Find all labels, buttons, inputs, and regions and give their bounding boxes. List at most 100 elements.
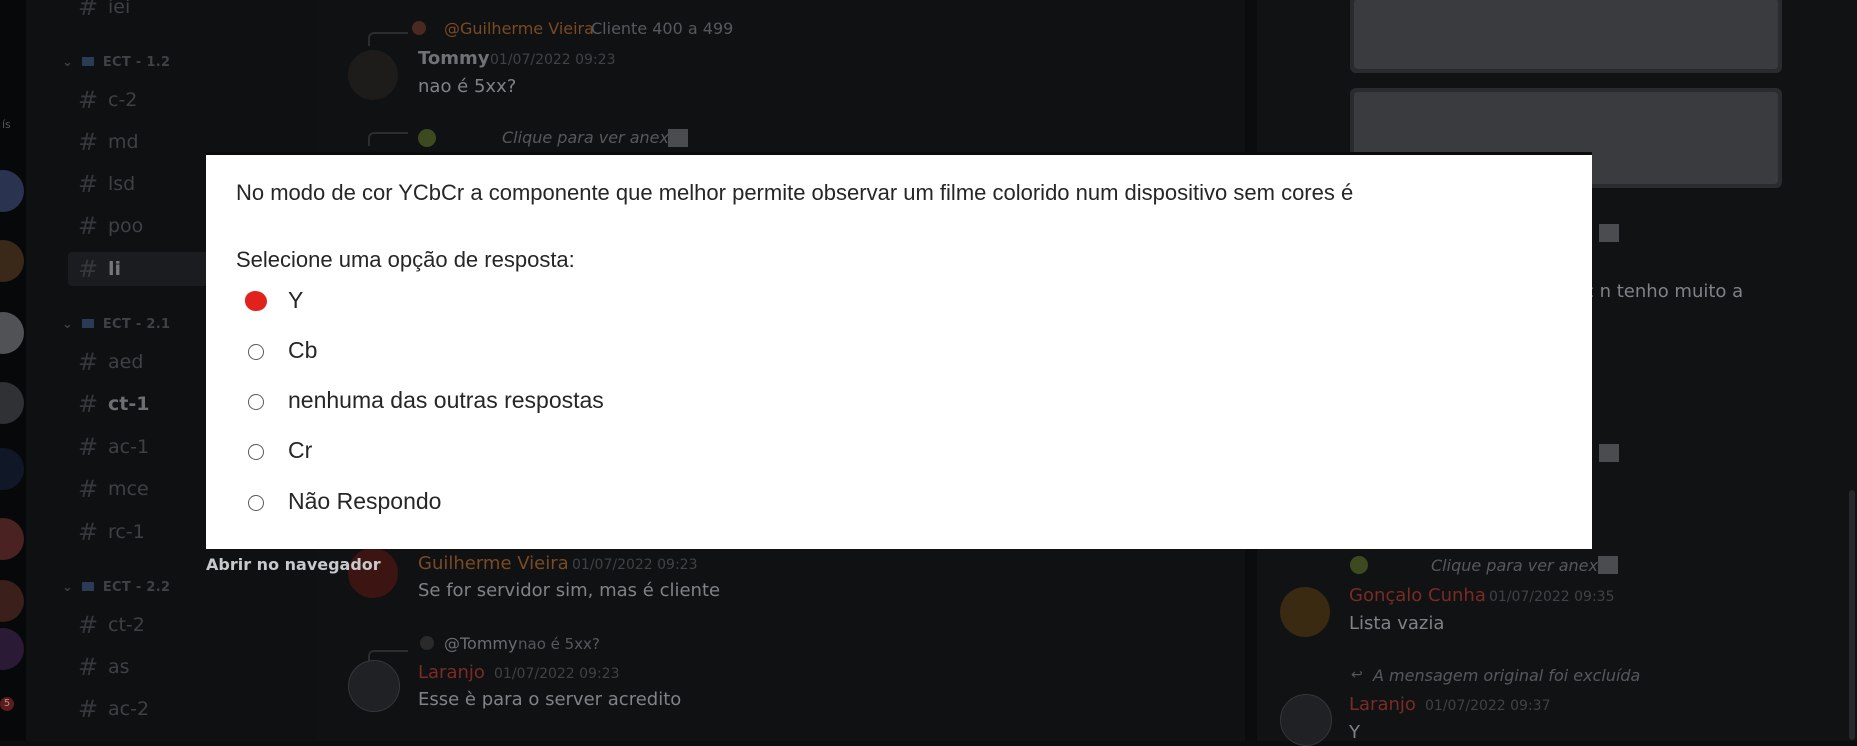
hash-icon: # bbox=[78, 86, 99, 114]
channel-label: ac-1 bbox=[108, 436, 150, 458]
hash-icon: # bbox=[78, 518, 99, 546]
image-icon bbox=[1599, 444, 1619, 462]
hash-icon: # bbox=[78, 433, 99, 461]
category-label: ECT - 1.2 bbox=[102, 55, 171, 70]
option-label: Não Respondo bbox=[288, 488, 442, 514]
chevron-down-icon: ⌄ bbox=[62, 317, 74, 332]
image-attachment[interactable] bbox=[1350, 0, 1782, 73]
chevron-down-icon: ⌄ bbox=[62, 55, 74, 70]
server-icon[interactable] bbox=[0, 628, 24, 670]
reply-username[interactable]: @Guilherme Vieira bbox=[444, 19, 594, 38]
image-icon bbox=[668, 129, 688, 147]
hash-icon: # bbox=[78, 255, 99, 283]
image-preview bbox=[1354, 0, 1778, 69]
message-text: Se for servidor sim, mas é cliente bbox=[418, 580, 721, 601]
message-text: nao é 5xx? bbox=[418, 76, 517, 97]
server-rail: ís 5 bbox=[0, 0, 26, 741]
attachment-link[interactable]: Clique para ver anexo bbox=[502, 128, 679, 147]
hash-icon: # bbox=[78, 695, 99, 723]
avatar[interactable] bbox=[348, 660, 400, 712]
message-text: Esse è para o server acredito bbox=[418, 689, 682, 710]
image-icon bbox=[1598, 556, 1618, 574]
reply-arrow-icon: ↩ bbox=[1351, 667, 1363, 683]
server-icon[interactable] bbox=[0, 170, 24, 212]
hash-icon: # bbox=[78, 170, 99, 198]
hash-icon: # bbox=[78, 611, 99, 639]
server-icon[interactable] bbox=[0, 448, 24, 490]
hash-icon: # bbox=[78, 390, 99, 418]
channel-label: iei bbox=[108, 0, 131, 18]
message-timestamp: 01/07/2022 09:23 bbox=[490, 52, 616, 68]
hash-icon: # bbox=[78, 0, 99, 21]
category-label: ECT - 2.1 bbox=[102, 317, 171, 332]
message-username[interactable]: Tommy bbox=[418, 48, 490, 69]
answer-prompt: Selecione uma opção de resposta: bbox=[236, 247, 575, 272]
channel-label: as bbox=[108, 656, 130, 678]
channel-label: md bbox=[108, 131, 139, 153]
image-icon bbox=[1599, 224, 1619, 242]
avatar[interactable] bbox=[1280, 694, 1332, 746]
reply-username[interactable]: @Tommy bbox=[444, 634, 517, 653]
reply-connector bbox=[368, 132, 408, 146]
message-username[interactable]: Guilherme Vieira bbox=[418, 553, 569, 574]
attachment-link[interactable]: Clique para ver anexo bbox=[1431, 556, 1608, 575]
server-icon[interactable] bbox=[0, 382, 24, 424]
channel-label: ac-2 bbox=[108, 698, 150, 720]
channel-item[interactable]: # c-2 bbox=[68, 83, 308, 117]
channel-label: lsd bbox=[108, 173, 136, 195]
category-label: ECT - 2.2 bbox=[102, 580, 171, 595]
server-icon[interactable] bbox=[0, 312, 24, 354]
option-label: Cb bbox=[288, 337, 318, 363]
server-icon[interactable] bbox=[0, 580, 24, 622]
channel-label: li bbox=[108, 258, 122, 280]
message-username[interactable]: Laranjo bbox=[418, 662, 485, 683]
hash-icon: # bbox=[78, 653, 99, 681]
channel-label: mce bbox=[108, 478, 149, 500]
mention-badge: 5 bbox=[0, 697, 14, 711]
radio-icon[interactable] bbox=[248, 394, 264, 410]
channel-item[interactable]: # ct-2 bbox=[68, 608, 308, 642]
reply-connector bbox=[368, 32, 408, 46]
avatar-mini bbox=[1350, 556, 1368, 574]
radio-icon[interactable] bbox=[248, 444, 264, 460]
rail-label: ís bbox=[2, 118, 11, 131]
radio-icon[interactable] bbox=[248, 495, 264, 511]
channel-item[interactable]: # as bbox=[68, 650, 308, 684]
category-header[interactable]: ⌄ ECT - 2.2 bbox=[62, 580, 170, 595]
avatar-mini bbox=[412, 21, 426, 35]
scrollbar-thumb[interactable] bbox=[1849, 490, 1855, 740]
server-icon[interactable] bbox=[0, 518, 24, 560]
message-text: Y bbox=[1349, 722, 1360, 743]
hash-icon: # bbox=[78, 212, 99, 240]
quiz-image-preview: No modo de cor YCbCr a componente que me… bbox=[206, 152, 1592, 549]
message-username[interactable]: Gonçalo Cunha bbox=[1349, 585, 1486, 606]
channel-label: aed bbox=[108, 351, 144, 373]
server-icon[interactable] bbox=[0, 240, 24, 282]
radio-icon[interactable] bbox=[248, 344, 264, 360]
category-header[interactable]: ⌄ ECT - 2.1 bbox=[62, 317, 170, 332]
message-timestamp: 01/07/2022 09:23 bbox=[572, 557, 698, 573]
open-in-browser-link[interactable]: Abrir no navegador bbox=[206, 555, 381, 574]
avatar-mini bbox=[420, 636, 434, 650]
message-text: c n tenho muito a bbox=[1584, 281, 1744, 302]
laptop-icon bbox=[82, 582, 95, 591]
category-header[interactable]: ⌄ ECT - 1.2 bbox=[62, 55, 170, 70]
message-username[interactable]: Laranjo bbox=[1349, 694, 1416, 715]
channel-item[interactable]: # ac-2 bbox=[68, 692, 308, 726]
channel-item[interactable]: # iei bbox=[68, 0, 308, 24]
hash-icon: # bbox=[78, 348, 99, 376]
message-text: Lista vazia bbox=[1349, 613, 1445, 634]
channel-label: ct-1 bbox=[108, 393, 150, 415]
avatar[interactable] bbox=[348, 50, 398, 100]
option-label: Cr bbox=[288, 437, 313, 463]
avatar[interactable] bbox=[1280, 587, 1330, 637]
option-label: Y bbox=[288, 287, 304, 313]
laptop-icon bbox=[82, 57, 95, 66]
channel-label: ct-2 bbox=[108, 614, 145, 636]
radio-checked-icon[interactable] bbox=[245, 291, 267, 311]
reply-preview[interactable]: Cliente 400 a 499 bbox=[591, 19, 733, 38]
reply-preview[interactable]: nao é 5xx? bbox=[518, 635, 600, 653]
channel-label: poo bbox=[108, 215, 144, 237]
deleted-reply-notice: A mensagem original foi excluída bbox=[1373, 666, 1641, 685]
message-timestamp: 01/07/2022 09:37 bbox=[1425, 698, 1551, 714]
